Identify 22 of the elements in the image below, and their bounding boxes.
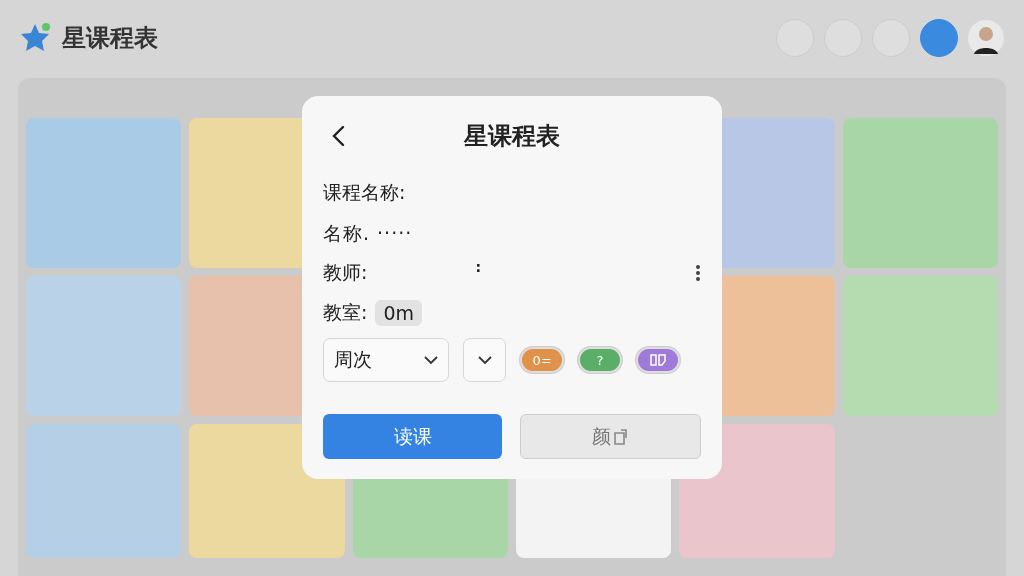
dropdown-button[interactable] (463, 338, 506, 382)
field-value: 名称. ····· (323, 221, 413, 246)
add-button[interactable] (920, 19, 958, 57)
more-icon[interactable] (695, 264, 701, 282)
dialog-title: 星课程表 (464, 121, 560, 152)
avatar-icon[interactable] (968, 20, 1004, 56)
field-label: 教师: (323, 260, 368, 285)
chevron-down-icon (424, 355, 438, 365)
chevron-down-icon (477, 355, 492, 365)
field-label: 课程名称: (323, 180, 406, 205)
color-pill[interactable] (636, 347, 680, 373)
room-chip: 0m (375, 300, 422, 326)
book-icon (649, 353, 667, 367)
week-dropdown[interactable]: 周次 (323, 338, 449, 382)
action-button[interactable]: 读课 (323, 414, 502, 459)
back-icon[interactable] (331, 125, 347, 147)
color-pill[interactable]: ? (578, 347, 622, 373)
color-pill[interactable]: 0= (520, 347, 564, 373)
copy-icon (613, 427, 629, 446)
field-label: 教室: (323, 300, 368, 325)
app-title: 星课程表 (62, 23, 158, 54)
field-value: : (475, 259, 481, 275)
